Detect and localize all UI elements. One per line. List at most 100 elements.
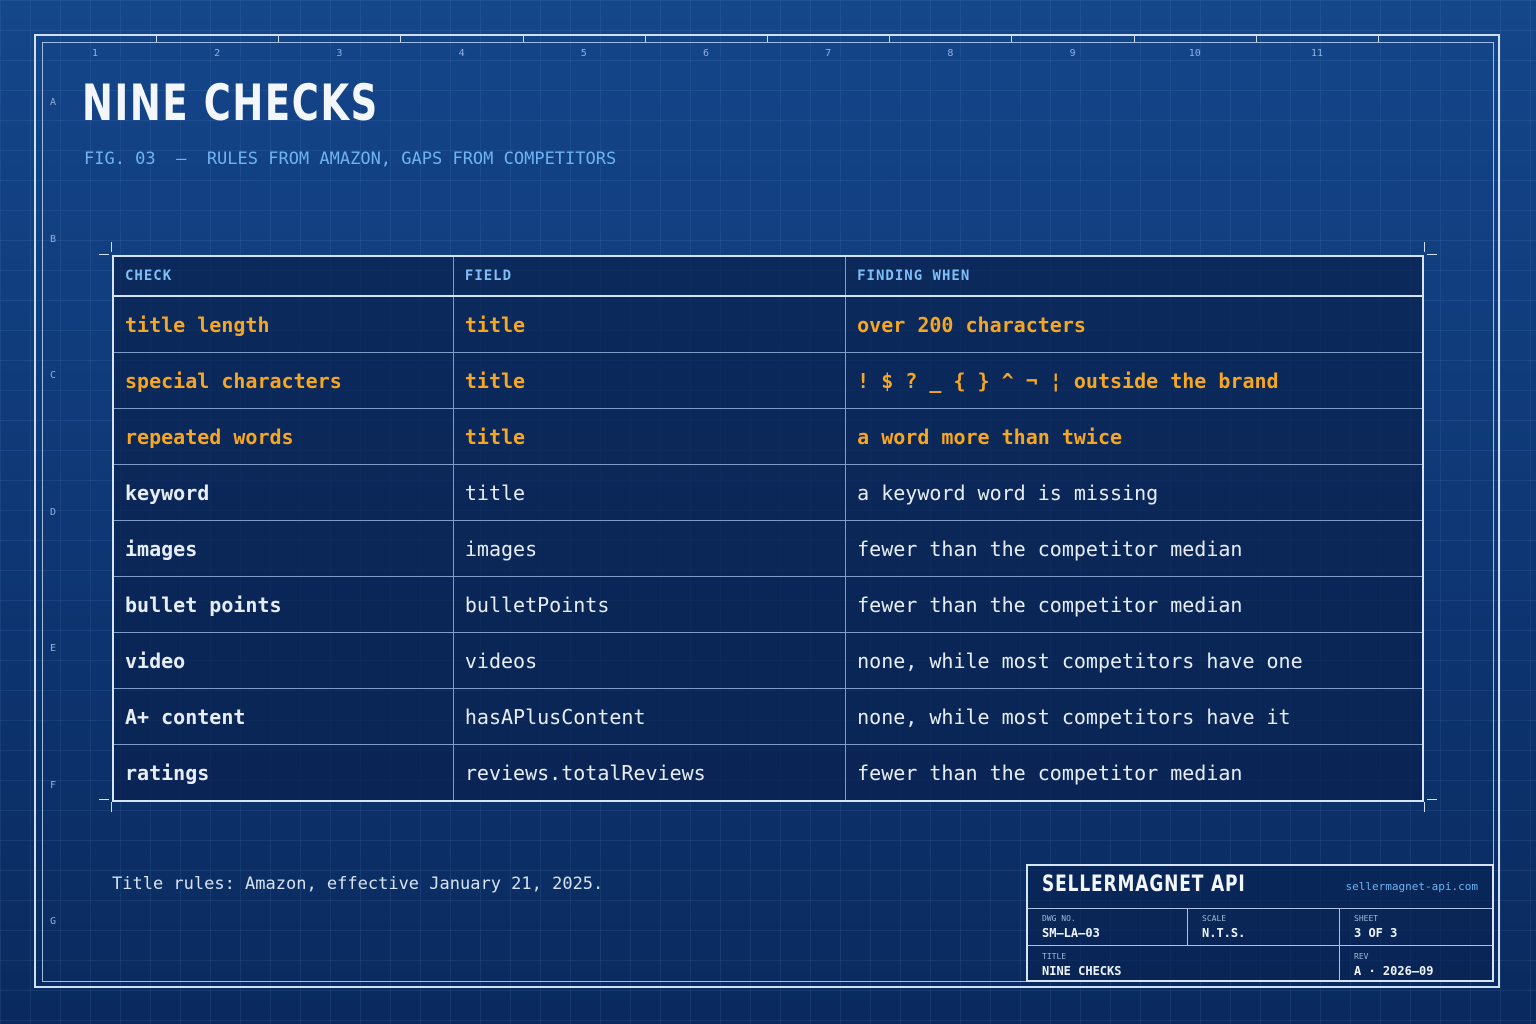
finding-cell: ! $ ? _ { } ^ ¬ ¦ outside the brand bbox=[845, 352, 1424, 409]
check-cell: repeated words bbox=[112, 408, 454, 465]
dwg-cell: DWG NO. SM–LA–03 bbox=[1028, 908, 1188, 946]
grid-column-tick bbox=[522, 36, 524, 42]
check-cell: video bbox=[112, 632, 454, 689]
grid-row-label: G bbox=[50, 916, 57, 927]
dwg-label: DWG NO. bbox=[1042, 914, 1076, 923]
crop-mark bbox=[1427, 799, 1437, 800]
table-row: ratings reviews.totalReviews fewer than … bbox=[112, 744, 1424, 802]
check-cell: ratings bbox=[112, 744, 454, 802]
table-row: repeated words title a word more than tw… bbox=[112, 408, 1424, 465]
check-cell: title length bbox=[112, 295, 454, 353]
title-block: SELLERMAGNET API sellermagnet-api.com DW… bbox=[1026, 864, 1494, 982]
grid-column-label: 10 bbox=[1188, 48, 1201, 59]
grid-column-label: 4 bbox=[458, 48, 465, 59]
grid-column-label: 8 bbox=[947, 48, 954, 59]
check-cell: keyword bbox=[112, 464, 454, 521]
crop-mark bbox=[1424, 242, 1425, 252]
finding-cell: fewer than the competitor median bbox=[845, 520, 1424, 577]
footnote: Title rules: Amazon, effective January 2… bbox=[112, 874, 604, 894]
grid-column-tick bbox=[1378, 36, 1379, 42]
grid-column-label: 6 bbox=[702, 48, 710, 59]
brand-name: SELLERMAGNET API bbox=[1042, 872, 1246, 897]
grid-row-label: B bbox=[50, 233, 57, 245]
table-row: title length title over 200 characters bbox=[112, 295, 1424, 353]
crop-mark bbox=[111, 242, 112, 252]
dwg-value: SM–LA–03 bbox=[1042, 926, 1100, 940]
column-header-check: CHECK bbox=[112, 255, 454, 297]
sheet-cell: SHEET 3 OF 3 bbox=[1340, 908, 1492, 946]
crop-mark bbox=[1424, 802, 1425, 812]
table-row: video videos none, while most competitor… bbox=[112, 632, 1424, 689]
grid-column-label: 9 bbox=[1069, 48, 1076, 59]
column-header-field: FIELD bbox=[452, 255, 847, 297]
field-cell: reviews.totalReviews bbox=[452, 744, 847, 802]
grid-column-tick bbox=[1011, 36, 1013, 42]
grid-column-label: 11 bbox=[1310, 48, 1324, 59]
grid-row-label: A bbox=[50, 97, 57, 108]
crop-mark bbox=[1427, 254, 1437, 255]
crop-mark bbox=[99, 799, 109, 800]
brand-url: sellermagnet-api.com bbox=[1345, 880, 1478, 893]
table-row: bullet points bulletPoints fewer than th… bbox=[112, 576, 1424, 633]
figure-subtitle: FIG. 03 — RULES FROM AMAZON, GAPS FROM C… bbox=[84, 149, 617, 169]
field-cell: images bbox=[452, 520, 847, 577]
field-cell: title bbox=[452, 352, 847, 409]
finding-cell: a keyword word is missing bbox=[845, 464, 1424, 521]
grid-column-tick bbox=[400, 36, 402, 42]
grid-column-label: 5 bbox=[580, 48, 587, 59]
grid-column-label: 3 bbox=[336, 48, 343, 59]
check-cell: images bbox=[112, 520, 454, 577]
table-row: keyword title a keyword word is missing bbox=[112, 464, 1424, 521]
finding-cell: fewer than the competitor median bbox=[845, 744, 1424, 802]
table-row: A+ content hasAPlusContent none, while m… bbox=[112, 688, 1424, 745]
finding-cell: over 200 characters bbox=[845, 295, 1424, 353]
grid-row-label: C bbox=[50, 370, 57, 381]
grid-column-tick bbox=[1255, 36, 1257, 42]
rev-value: A · 2026–09 bbox=[1354, 964, 1434, 978]
check-cell: bullet points bbox=[112, 576, 454, 633]
grid-column-label: 2 bbox=[214, 48, 221, 59]
grid-row-label: F bbox=[50, 779, 57, 791]
column-header-finding: FINDING WHEN bbox=[845, 255, 1424, 297]
rev-label: REV bbox=[1354, 952, 1369, 961]
title-label: TITLE bbox=[1042, 952, 1067, 961]
field-cell: title bbox=[452, 464, 847, 521]
grid-column-tick bbox=[644, 36, 646, 42]
scale-label: SCALE bbox=[1202, 914, 1227, 923]
title-value: NINE CHECKS bbox=[1042, 964, 1122, 978]
crop-mark bbox=[111, 802, 112, 812]
finding-cell: a word more than twice bbox=[845, 408, 1424, 465]
rev-cell: REV A · 2026–09 bbox=[1340, 946, 1492, 980]
sheet-label: SHEET bbox=[1354, 914, 1379, 923]
checks-table: CHECK FIELD FINDING WHEN title length ti… bbox=[112, 255, 1424, 802]
title-block-header: SELLERMAGNET API sellermagnet-api.com bbox=[1028, 866, 1492, 909]
field-cell: title bbox=[452, 408, 847, 465]
grid-row-label: D bbox=[50, 506, 57, 518]
crop-mark bbox=[99, 254, 109, 255]
grid-row-label: E bbox=[50, 643, 57, 654]
finding-cell: none, while most competitors have one bbox=[845, 632, 1424, 689]
grid-column-tick bbox=[889, 36, 891, 42]
grid-column-tick bbox=[156, 36, 157, 42]
grid-column-tick bbox=[767, 36, 768, 42]
scale-value: N.T.S. bbox=[1202, 926, 1246, 940]
grid-column-label: 7 bbox=[825, 48, 832, 59]
field-cell: bulletPoints bbox=[452, 576, 847, 633]
field-cell: hasAPlusContent bbox=[452, 688, 847, 745]
finding-cell: none, while most competitors have it bbox=[845, 688, 1424, 745]
field-cell: title bbox=[452, 295, 847, 353]
table-row: special characters title ! $ ? _ { } ^ ¬… bbox=[112, 352, 1424, 409]
field-cell: videos bbox=[452, 632, 847, 689]
sheet-value: 3 OF 3 bbox=[1354, 926, 1398, 940]
table-row: images images fewer than the competitor … bbox=[112, 520, 1424, 577]
page-title: NINE CHECKS bbox=[82, 74, 379, 132]
finding-cell: fewer than the competitor median bbox=[845, 576, 1424, 633]
title-cell: TITLE NINE CHECKS bbox=[1028, 946, 1340, 980]
grid-column-label: 1 bbox=[91, 48, 99, 59]
scale-cell: SCALE N.T.S. bbox=[1188, 908, 1340, 946]
table-header-row: CHECK FIELD FINDING WHEN bbox=[112, 255, 1424, 297]
check-cell: A+ content bbox=[112, 688, 454, 745]
grid-column-tick bbox=[1133, 36, 1135, 42]
check-cell: special characters bbox=[112, 352, 454, 409]
grid-column-tick bbox=[278, 36, 280, 42]
